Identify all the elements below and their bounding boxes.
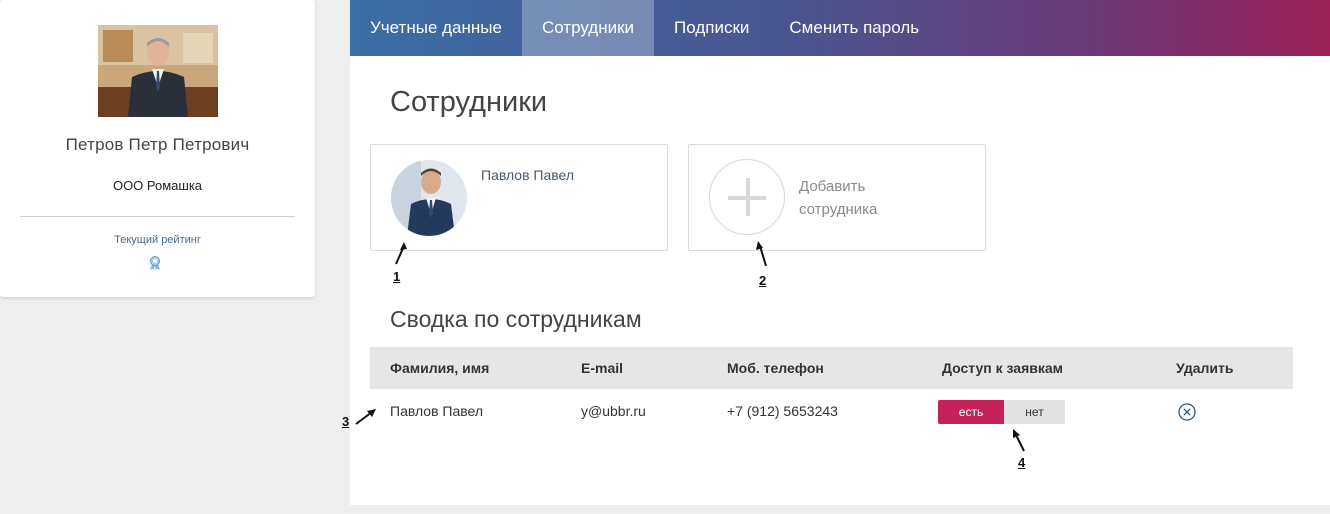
tab-bar: Учетные данные Сотрудники Подписки Смени… [350,0,1330,56]
award-ribbon-icon [147,255,163,271]
delete-circle-x-icon[interactable] [1178,403,1196,421]
cell-email: y@ubbr.ru [581,403,646,419]
plus-icon[interactable] [709,159,785,235]
rating-label: Текущий рейтинг [114,234,201,246]
tab-credentials[interactable]: Учетные данные [350,0,522,56]
tab-change-password[interactable]: Сменить пароль [769,0,939,56]
access-no-option[interactable]: нет [1004,400,1065,424]
annotation-arrow-2-icon [756,241,767,266]
annotation-arrow-4-icon [1013,429,1025,452]
profile-name: Петров Петр Петрович [65,135,250,154]
profile-company: ООО Ромашка [112,178,203,193]
tab-employees[interactable]: Сотрудники [521,0,655,56]
add-employee-card[interactable]: Добавить сотрудника [688,144,986,251]
column-header-email: E-mail [581,360,624,376]
cell-phone: +7 (912) 5653243 [727,403,838,419]
access-yes-option[interactable]: есть [938,400,1004,424]
main-panel: Учетные данные Сотрудники Подписки Смени… [350,0,1330,505]
tab-subscriptions[interactable]: Подписки [654,0,769,56]
employee-card[interactable]: Павлов Павел [370,144,668,251]
annotation-arrow-1-icon [395,242,407,265]
annotation-arrow-3-icon [355,409,376,425]
employee-avatar[interactable] [391,160,467,236]
page-title: Сотрудники [390,86,548,118]
profile-photo [98,25,218,117]
column-header-phone: Моб. телефон [727,360,824,376]
profile-divider [20,216,295,217]
add-employee-label-line1: Добавить [799,178,866,195]
annotation-marker-3: 3 [342,414,350,429]
add-employee-label-line2: сотрудника [799,201,878,218]
annotation-marker-4: 4 [1018,455,1026,470]
employee-name[interactable]: Павлов Павел [481,167,574,183]
table-row: Павлов Павел y@ubbr.ru +7 (912) 5653243 … [370,389,1293,435]
access-toggle[interactable]: есть нет [938,400,1065,424]
column-header-name: Фамилия, имя [390,360,490,376]
profile-card: Петров Петр Петрович ООО Ромашка Текущий… [0,0,315,297]
annotation-marker-2: 2 [759,273,767,288]
annotation-marker-1: 1 [393,269,401,284]
column-header-access: Доступ к заявкам [942,360,1064,376]
column-header-delete: Удалить [1176,360,1234,376]
table-header: Фамилия, имя E-mail Моб. телефон Доступ … [370,347,1293,389]
summary-title: Сводка по сотрудникам [390,306,642,332]
add-employee-label[interactable]: Добавить сотрудника [799,175,919,221]
cell-name: Павлов Павел [390,403,484,419]
